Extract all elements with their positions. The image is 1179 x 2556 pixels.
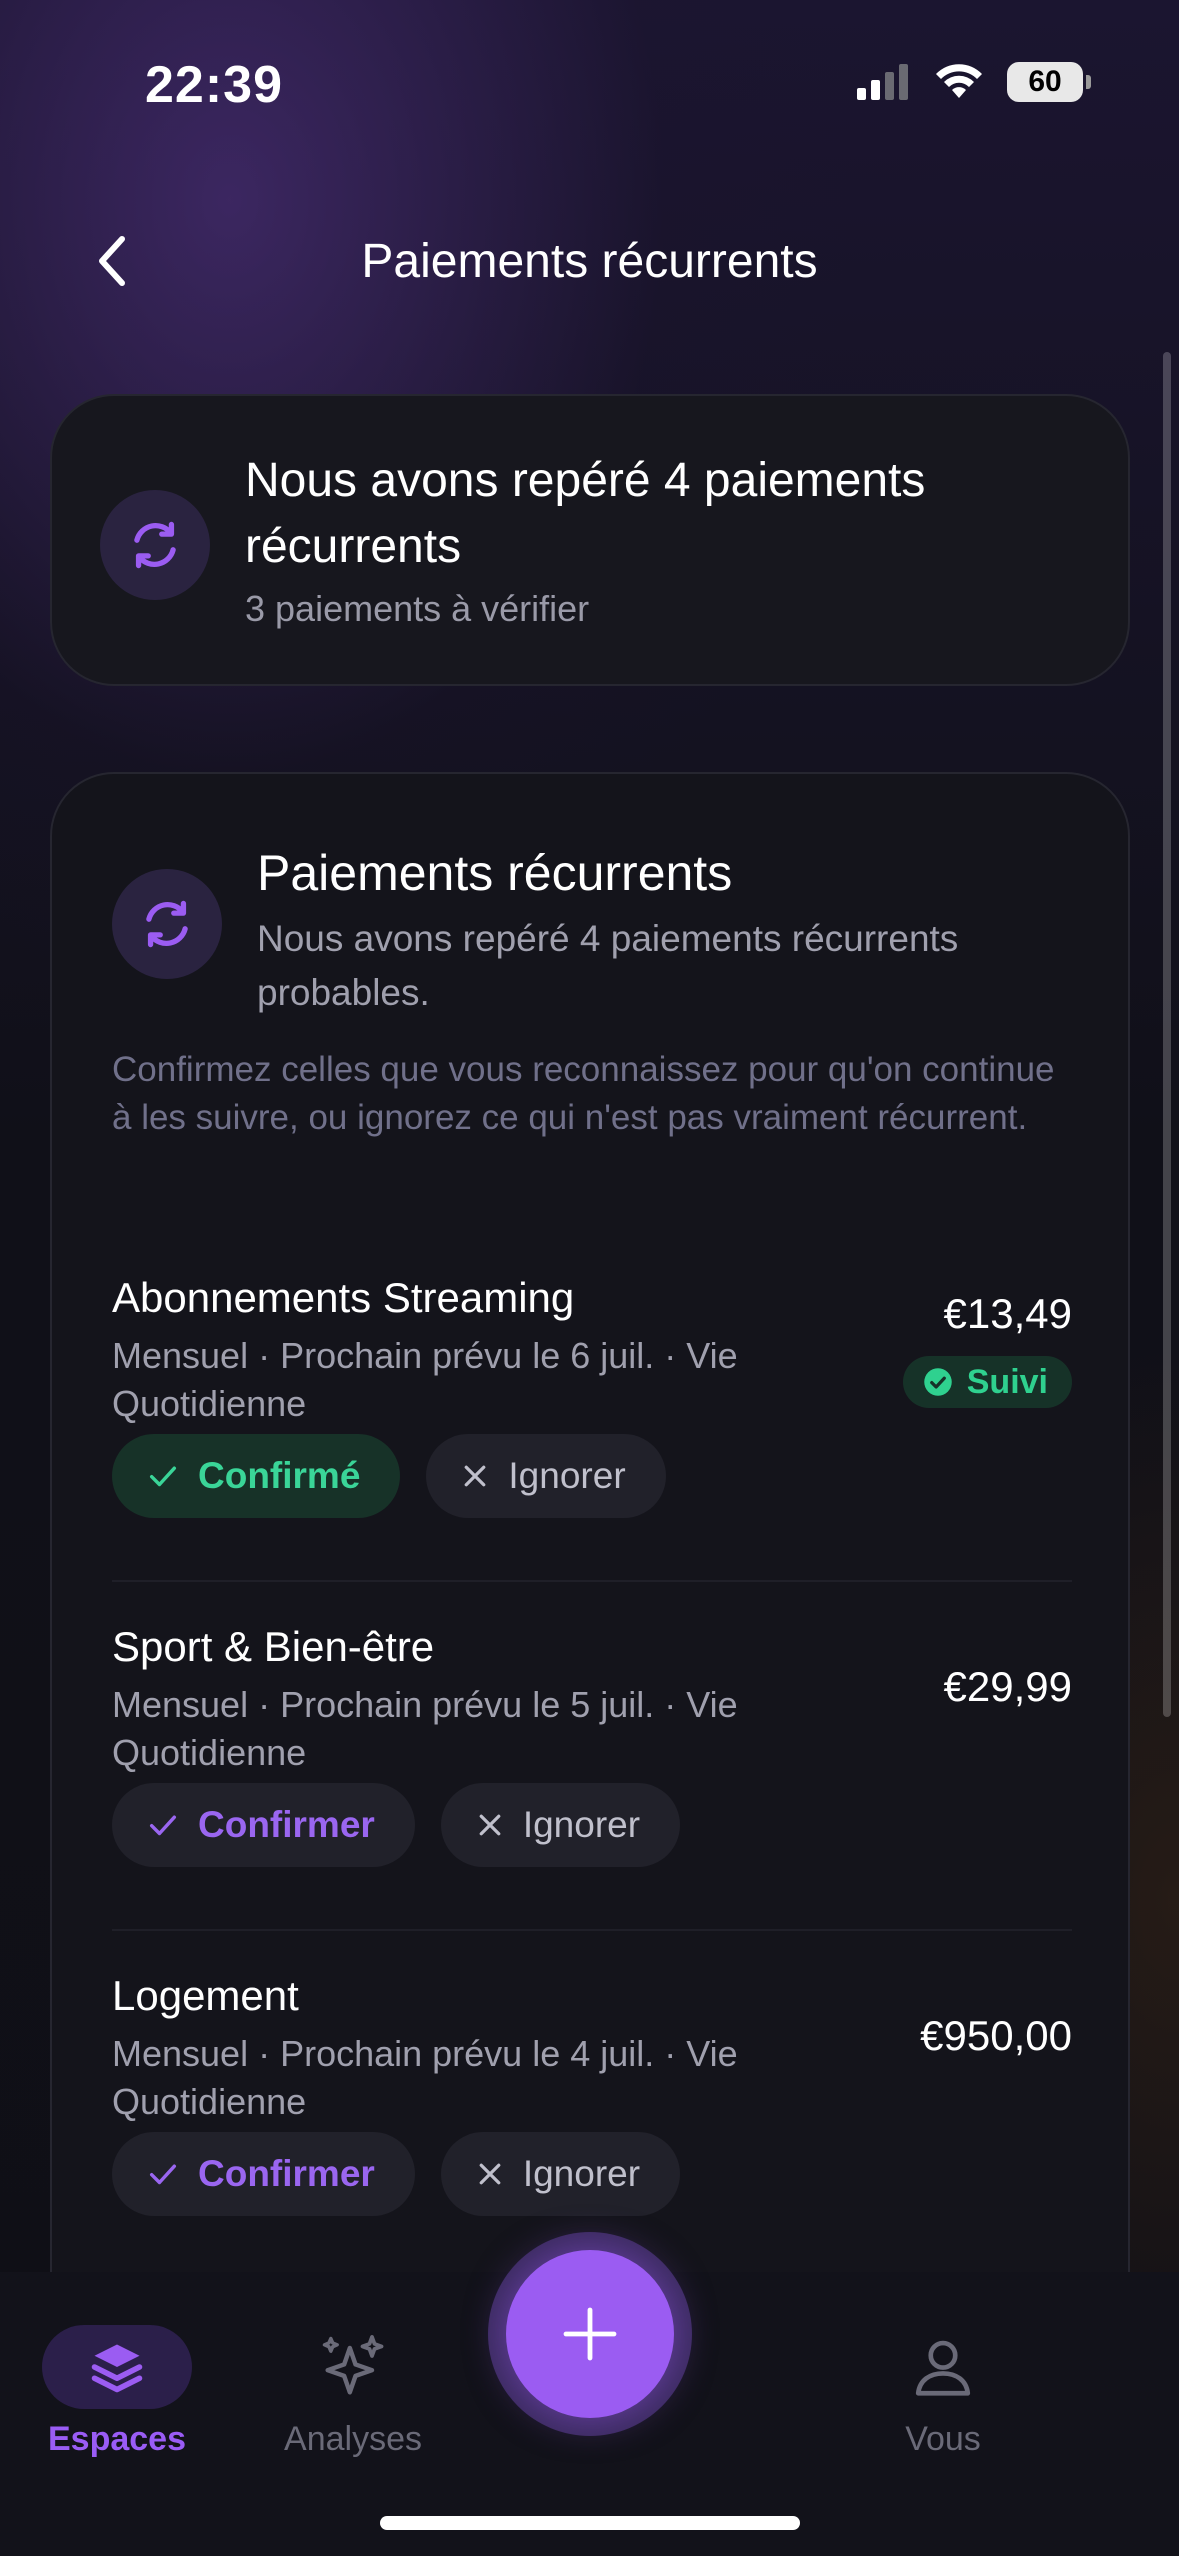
summary-card: Nous avons repéré 4 paiements récurrents… [50, 394, 1130, 686]
item-meta: Mensuel · Prochain prévu le 6 juil. · Vi… [112, 1335, 738, 1424]
close-icon [479, 2163, 501, 2185]
item-meta: Mensuel · Prochain prévu le 4 juil. · Vi… [112, 2033, 738, 2122]
page-title: Paiements récurrents [361, 235, 818, 288]
ignore-label: Ignorer [522, 2153, 641, 2194]
nav-label: Vous [905, 2420, 981, 2458]
section-title: Paiements récurrents [257, 845, 733, 901]
section-subtitle: Nous avons repéré 4 paiements récurrents… [257, 918, 959, 1013]
layers-icon [91, 2344, 143, 2393]
status-badge-label: Suivi [966, 1362, 1048, 1401]
nav-icon-wrap [253, 2312, 453, 2422]
plus-icon [563, 2307, 617, 2361]
summary-icon-circle [100, 490, 210, 600]
close-icon [479, 1814, 501, 1836]
item-meta: Mensuel · Prochain prévu le 5 juil. · Vi… [112, 1684, 738, 1773]
section-note: Confirmez celles que vous reconnaissez p… [112, 1050, 1055, 1137]
ignore-label: Ignorer [508, 1455, 626, 1496]
sparkles-icon [322, 2335, 384, 2395]
divider [112, 1580, 1072, 1582]
nav-icon-wrap [843, 2312, 1043, 2422]
item-amount: €29,99 [943, 1663, 1072, 1710]
ignore-button[interactable]: Ignorer [440, 1783, 681, 1867]
confirmed-label: Confirmé [198, 1455, 361, 1496]
recurring-item: Logement Mensuel · Prochain prévu le 4 j… [112, 1972, 1072, 2272]
scrollbar[interactable] [1163, 352, 1171, 1717]
confirmed-button[interactable]: Confirmé [112, 1434, 401, 1518]
nav-item-vous[interactable]: Vous [843, 2272, 1043, 2459]
refresh-icon [146, 900, 188, 948]
battery-indicator: 60 [1007, 62, 1091, 102]
item-actions: Confirmer Ignorer [112, 1783, 681, 1867]
nav-icon-wrap [17, 2312, 217, 2422]
confirm-label: Confirmer [198, 2153, 375, 2194]
recurring-item: Abonnements Streaming Mensuel · Prochain… [112, 1274, 1072, 1582]
recurring-item: Sport & Bien-être Mensuel · Prochain pré… [112, 1623, 1072, 1931]
nav-active-pill [42, 2325, 192, 2409]
summary-title: Nous avons repéré 4 paiements récurrents [245, 454, 926, 573]
confirm-button[interactable]: Confirmer [112, 2132, 415, 2216]
fab-ring [488, 2232, 692, 2436]
close-icon [465, 1465, 486, 1487]
divider [112, 1929, 1072, 1931]
person-icon [915, 2340, 971, 2396]
ignore-label: Ignorer [522, 1804, 641, 1845]
confirm-button[interactable]: Confirmer [112, 1783, 415, 1867]
item-amount: €13,49 [943, 1290, 1072, 1337]
refresh-icon [134, 521, 176, 569]
item-actions: Confirmer Ignorer [112, 2132, 681, 2216]
item-name: Sport & Bien-être [112, 1623, 435, 1670]
item-amount: €950,00 [920, 2012, 1072, 2059]
ignore-button[interactable]: Ignorer [440, 2132, 681, 2216]
summary-subtitle: 3 paiements à vérifier [245, 588, 590, 629]
cellular-signal-icon [857, 64, 908, 100]
ignore-button[interactable]: Ignorer [426, 1434, 666, 1518]
confirm-label: Confirmer [198, 1804, 375, 1845]
home-indicator[interactable] [380, 2516, 800, 2530]
check-icon [149, 2164, 177, 2185]
item-name: Abonnements Streaming [112, 1274, 575, 1321]
main-icon-circle [112, 869, 222, 979]
nav-item-espaces[interactable]: Espaces [17, 2272, 217, 2459]
add-button[interactable] [506, 2250, 674, 2418]
status-badge: Suivi [902, 1356, 1072, 1408]
item-actions: Confirmé Ignorer [112, 1434, 666, 1518]
check-icon [149, 1815, 177, 1836]
nav-label: Espaces [48, 2420, 186, 2458]
wifi-icon [936, 64, 982, 98]
nav-label: Analyses [284, 2420, 422, 2458]
check-icon [149, 1466, 177, 1487]
nav-item-analyses[interactable]: Analyses [253, 2272, 453, 2459]
status-icons: 60 [855, 62, 1091, 102]
status-time: 22:39 [145, 56, 283, 114]
check-circle-icon [924, 1368, 952, 1396]
item-name: Logement [112, 1972, 299, 2019]
